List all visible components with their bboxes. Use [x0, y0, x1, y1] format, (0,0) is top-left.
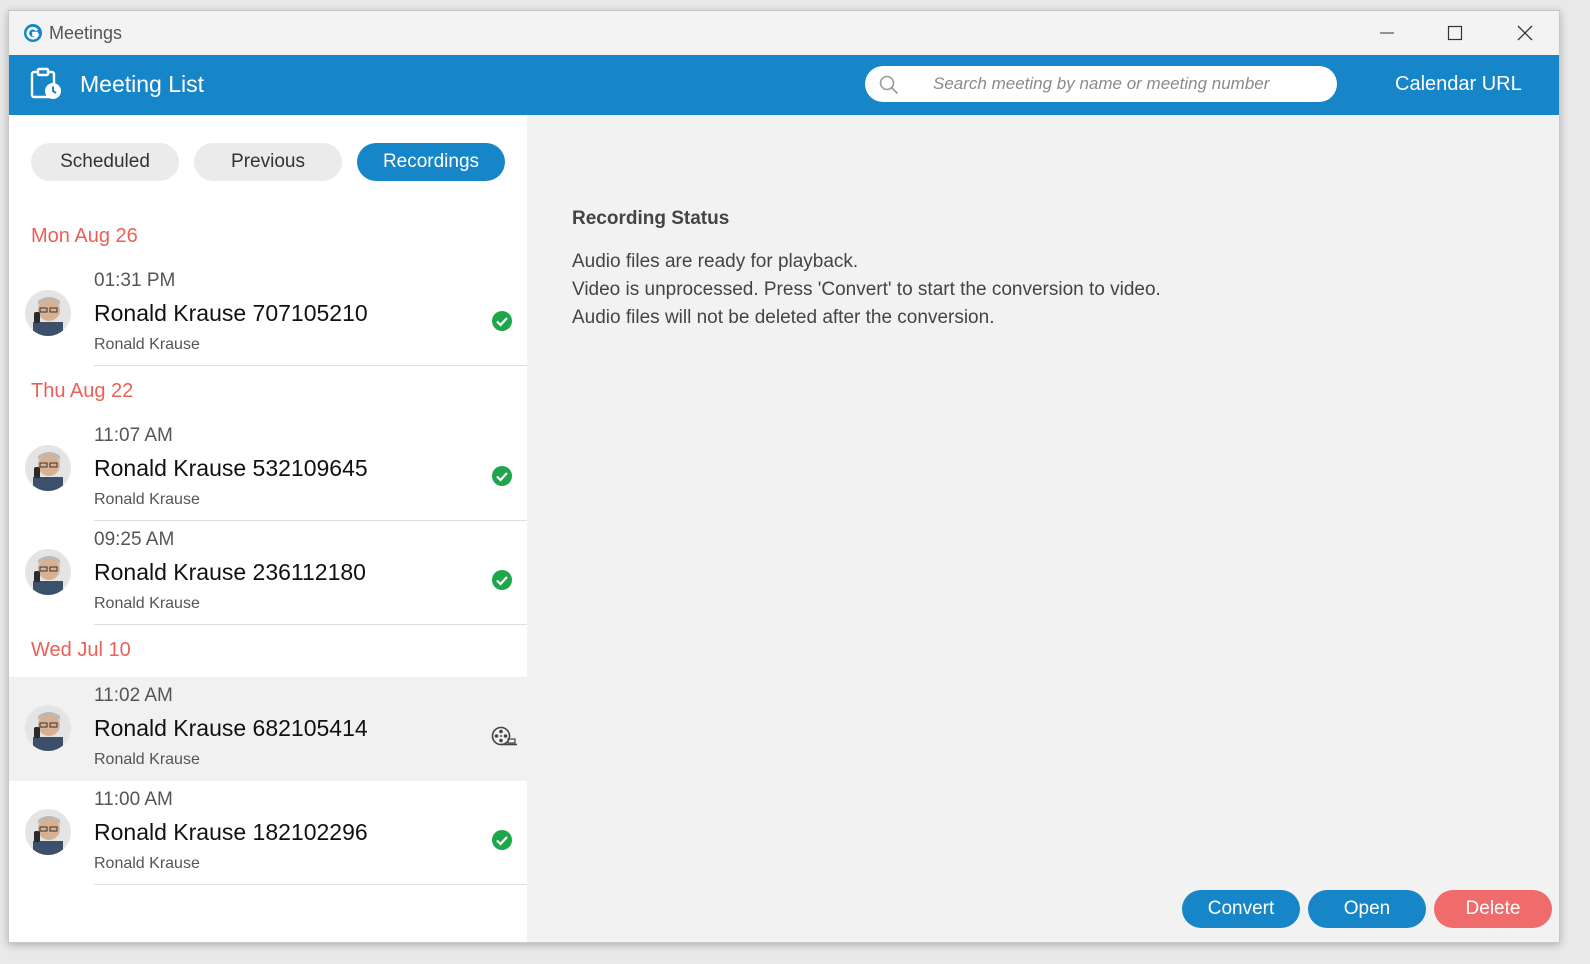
header-bar: Meeting List Calendar URL [9, 55, 1559, 115]
meeting-host: Ronald Krause [94, 336, 200, 353]
recording-status-line: Audio files are ready for playback. [572, 251, 859, 272]
meeting-host: Ronald Krause [94, 491, 200, 508]
check-circle-icon [492, 570, 512, 590]
row-divider [94, 884, 527, 885]
minimize-icon [1380, 32, 1394, 34]
close-button[interactable] [1505, 17, 1545, 49]
meeting-time: 11:07 AM [94, 425, 173, 446]
meeting-time: 09:25 AM [94, 529, 175, 550]
title-bar: Meetings [9, 11, 1559, 55]
recording-row[interactable]: 01:31 PM Ronald Krause 707105210 Ronald … [9, 262, 527, 366]
minimize-button[interactable] [1367, 17, 1407, 49]
recording-status-line: Video is unprocessed. Press 'Convert' to… [572, 279, 1161, 300]
convert-button[interactable]: Convert [1182, 890, 1300, 928]
meetings-window: Meetings Meeting List Calendar URL S [8, 10, 1560, 943]
clipboard-clock-icon [30, 67, 61, 99]
meeting-host: Ronald Krause [94, 855, 200, 872]
avatar [25, 809, 71, 855]
calendar-url-link[interactable]: Calendar URL [1395, 73, 1522, 96]
maximize-button[interactable] [1435, 17, 1475, 49]
date-header: Thu Aug 22 [31, 380, 134, 402]
meeting-time: 01:31 PM [94, 270, 176, 291]
meeting-list-panel: Scheduled Previous Recordings Mon Aug 26… [9, 115, 527, 942]
film-reel-icon [491, 726, 517, 746]
search-icon [879, 75, 899, 95]
open-button[interactable]: Open [1308, 890, 1426, 928]
window-title: Meetings [49, 23, 123, 43]
avatar [25, 445, 71, 491]
check-circle-icon [492, 311, 512, 331]
tab-recordings[interactable]: Recordings [357, 143, 505, 181]
app-logo-icon [24, 24, 42, 42]
search-box [865, 66, 1337, 102]
check-circle-icon [492, 830, 512, 850]
recording-status-line: Audio files will not be deleted after th… [572, 307, 995, 328]
meeting-time: 11:02 AM [94, 685, 173, 706]
meeting-name: Ronald Krause 236112180 [94, 559, 366, 585]
date-header: Mon Aug 26 [31, 225, 138, 247]
recording-status-title: Recording Status [572, 208, 730, 229]
row-divider [94, 624, 527, 625]
meeting-time: 11:00 AM [94, 789, 173, 810]
recording-row[interactable]: 11:07 AM Ronald Krause 532109645 Ronald … [9, 417, 527, 521]
delete-button[interactable]: Delete [1434, 890, 1552, 928]
meeting-host: Ronald Krause [94, 595, 200, 612]
maximize-icon [1447, 25, 1463, 41]
date-header: Wed Jul 10 [31, 639, 131, 661]
meeting-name: Ronald Krause 532109645 [94, 455, 368, 481]
tab-scheduled[interactable]: Scheduled [31, 143, 179, 181]
tab-previous[interactable]: Previous [194, 143, 342, 181]
row-divider [94, 365, 527, 366]
meeting-name: Ronald Krause 182102296 [94, 819, 368, 845]
meeting-host: Ronald Krause [94, 751, 200, 768]
check-circle-icon [492, 466, 512, 486]
recording-detail-panel: Recording Status Audio files are ready f… [527, 115, 1559, 942]
meeting-name: Ronald Krause 707105210 [94, 300, 368, 326]
avatar [25, 290, 71, 336]
meeting-name: Ronald Krause 682105414 [94, 715, 368, 741]
avatar [25, 549, 71, 595]
page-title: Meeting List [80, 71, 205, 97]
close-icon [1517, 25, 1533, 41]
avatar [25, 705, 71, 751]
recording-row[interactable]: 09:25 AM Ronald Krause 236112180 Ronald … [9, 521, 527, 625]
recording-row-selected[interactable]: 11:02 AM Ronald Krause 682105414 Ronald … [9, 677, 527, 781]
search-input[interactable] [933, 66, 1323, 102]
recording-row[interactable]: 11:00 AM Ronald Krause 182102296 Ronald … [9, 781, 527, 885]
